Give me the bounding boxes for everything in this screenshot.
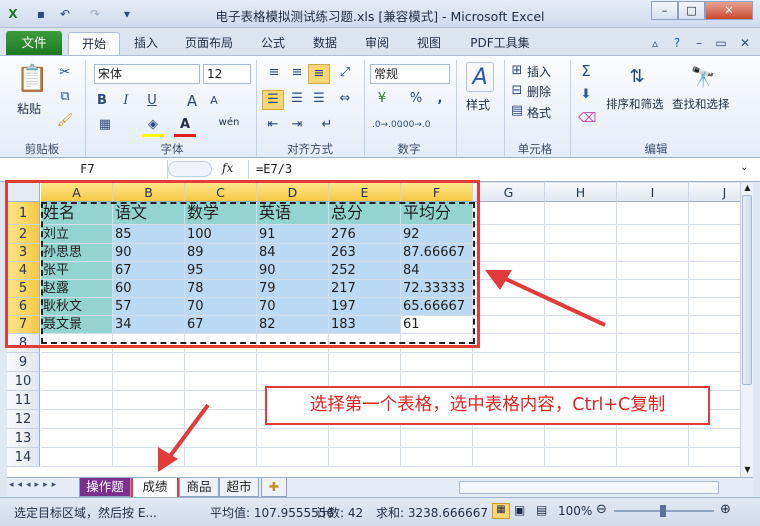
annotation-arrows — [158, 270, 606, 472]
arrow-to-sheet-tab — [158, 403, 210, 472]
arrow-to-table — [485, 270, 606, 327]
